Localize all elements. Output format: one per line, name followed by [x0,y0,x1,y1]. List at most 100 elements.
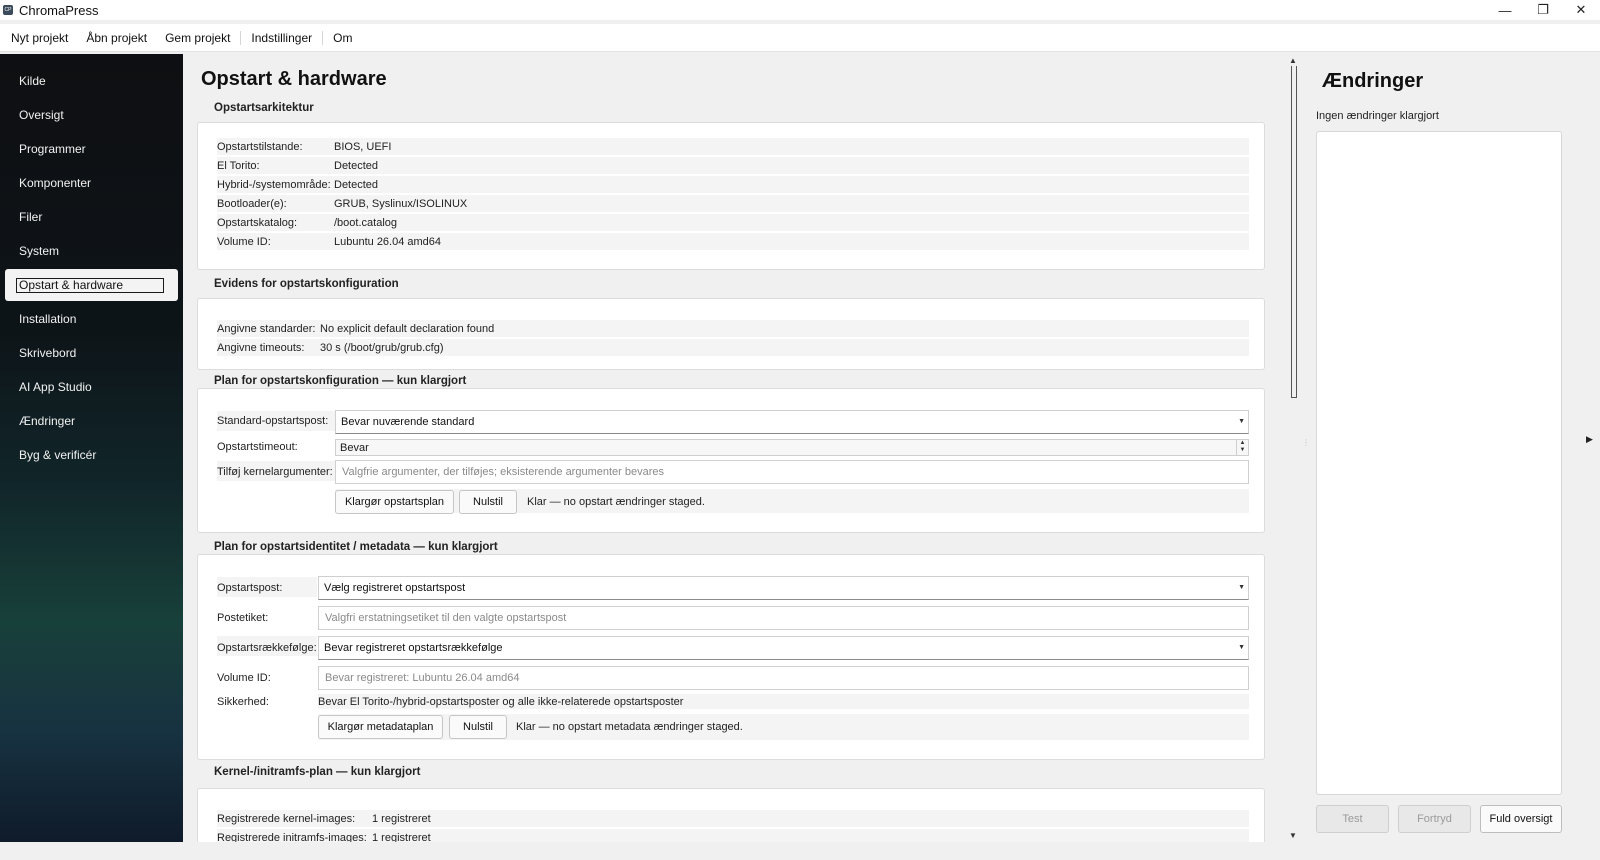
menu-open-project[interactable]: Åbn projekt [77,24,156,52]
menu-new-project[interactable]: Nyt projekt [2,24,77,52]
chevron-down-icon: ▼ [1238,584,1245,591]
boot-entry-value: Vælg registreret opstartspost [324,582,466,594]
default-entry-select[interactable]: Bevar nuværende standard ▼ [335,410,1249,434]
kv-value: 1 registreret [372,831,431,843]
close-button[interactable]: ✕ [1562,0,1600,20]
kv-value: GRUB, Syslinux/ISOLINUX [334,197,468,210]
boot-order-value: Bevar registreret opstartsrækkefølge [324,642,503,654]
entry-label-input[interactable]: Valgfri erstatningsetiket til den valgte… [318,606,1249,630]
boot-entry-label: Opstartspost: [217,582,283,594]
splitter-handle[interactable]: ⋮ [1302,438,1310,447]
kv-key: Volume ID: [217,235,271,248]
sidebar-item-boot-hardware[interactable]: Opstart & hardware [5,269,178,301]
reset-boot-plan-button[interactable]: Nulstil [459,490,517,514]
menu-separator [322,30,324,45]
boot-entry-select[interactable]: Vælg registreret opstartspost ▼ [318,576,1249,600]
volume-id-label: Volume ID: [217,672,271,684]
changes-subtitle: Ingen ændringer klargjort [1316,110,1439,122]
scrollbar-thumb[interactable] [1291,66,1297,398]
reset-metadata-plan-button[interactable]: Nulstil [449,715,507,739]
sidebar-item-changes[interactable]: Ændringer [5,405,178,437]
kv-row: Bootloader(e): GRUB, Syslinux/ISOLINUX [217,195,1249,212]
minimize-button[interactable]: — [1486,0,1524,20]
volume-id-input[interactable]: Bevar registreret: Lubuntu 26.04 amd64 [318,666,1249,690]
app-icon: CP [3,5,13,15]
sidebar-item-build-verify[interactable]: Byg & verificér [5,439,178,471]
sidebar-item-desktop[interactable]: Skrivebord [5,337,178,369]
timeout-label: Opstartstimeout: [217,441,298,453]
timeout-spinbox[interactable]: Bevar ▲ ▼ [335,439,1249,456]
sidebar-item-ai-app-studio[interactable]: AI App Studio [5,371,178,403]
full-overview-button[interactable]: Fuld oversigt [1480,805,1562,833]
title-bar: CP ChromaPress — ❐ ✕ [0,0,1600,20]
kv-key: Opstartstilstande: [217,140,303,153]
kv-value: Detected [334,178,379,191]
scroll-up-icon[interactable]: ▲ [1289,56,1297,65]
kv-row: Opstartstilstande: BIOS, UEFI [217,138,1249,155]
main-scrollbar[interactable]: ▲ ▼ [1286,54,1300,842]
sidebar-item-components[interactable]: Komponenter [5,167,178,199]
section-title-identity-plan: Plan for opstartsidentitet / metadata — … [214,541,498,553]
kv-key: Angivne timeouts: [217,341,305,354]
restore-button[interactable]: ❐ [1524,0,1562,20]
sidebar-item-programs[interactable]: Programmer [5,133,178,165]
scroll-down-icon[interactable]: ▼ [1289,831,1297,840]
changes-title: Ændringer [1322,70,1424,92]
kernel-plan-panel: Registrerede kernel-images: 1 registrere… [197,788,1265,842]
boot-plan-panel: Standard-opstartspost: Bevar nuværende s… [197,388,1265,533]
identity-plan-panel: Opstartspost: Vælg registreret opstartsp… [197,554,1265,760]
metadata-plan-status: Klar — no opstart metadata ændringer sta… [516,721,743,733]
expand-arrow-icon[interactable]: ▶ [1586,434,1593,445]
kv-row: El Torito: Detected [217,157,1249,174]
safety-label: Sikkerhed: [217,696,269,708]
kv-key: Angivne standarder: [217,322,316,335]
kv-row: Opstartskatalog: /boot.catalog [217,214,1249,231]
changes-list [1316,131,1562,795]
section-title-kernel-plan: Kernel-/initramfs-plan — kun klargjort [214,766,421,778]
menu-bar: Nyt projekt Åbn projekt Gem projekt Inds… [0,24,1600,52]
sidebar-item-installation[interactable]: Installation [5,303,178,335]
entry-label-label: Postetiket: [217,612,269,624]
prepare-metadata-plan-button[interactable]: Klargør metadataplan [318,715,443,739]
window-title: ChromaPress [19,2,99,18]
kv-value: Lubuntu 26.04 amd64 [334,235,442,248]
chevron-down-icon: ▼ [1238,418,1245,425]
prepare-boot-plan-button[interactable]: Klargør opstartsplan [335,490,454,514]
kv-value: BIOS, UEFI [334,140,392,153]
kernel-args-input[interactable]: Valgfrie argumenter, der tilføjes; eksis… [335,460,1249,484]
timeout-value: Bevar [340,441,369,454]
kv-row: Volume ID: Lubuntu 26.04 amd64 [217,233,1249,250]
sidebar-item-overview[interactable]: Oversigt [5,99,178,131]
evidence-panel: Angivne standarder: No explicit default … [197,298,1265,370]
kv-row: Hybrid-/systemområde: Detected [217,176,1249,193]
main-content: Opstart & hardware Opstartsarkitektur Op… [183,54,1294,842]
kernel-args-label: Tilføj kernelargumenter: [217,466,333,478]
section-title-boot-architecture: Opstartsarkitektur [214,102,314,114]
sidebar-item-system[interactable]: System [5,235,178,267]
page-title: Opstart & hardware [201,68,387,90]
menu-save-project[interactable]: Gem projekt [156,24,239,52]
menu-settings[interactable]: Indstillinger [242,24,321,52]
kv-key: Bootloader(e): [217,197,287,210]
undo-button[interactable]: Fortryd [1398,805,1471,833]
kv-key: Hybrid-/systemområde: [217,178,331,191]
kv-value: No explicit default declaration found [320,322,495,335]
boot-order-select[interactable]: Bevar registreret opstartsrækkefølge ▼ [318,636,1249,660]
bottom-strip [0,842,1600,860]
window-controls: — ❐ ✕ [1486,0,1600,20]
section-title-evidence: Evidens for opstartskonfiguration [214,278,399,290]
spin-arrows-icon[interactable]: ▲ ▼ [1236,440,1248,455]
menu-about[interactable]: Om [324,24,361,52]
default-entry-value: Bevar nuværende standard [341,416,475,428]
test-button[interactable]: Test [1316,805,1389,833]
menu-separator [240,30,242,45]
kv-value: Detected [334,159,379,172]
boot-plan-status: Klar — no opstart ændringer staged. [527,496,705,508]
sidebar-item-files[interactable]: Filer [5,201,178,233]
kv-key: El Torito: [217,159,260,172]
kv-row: Angivne timeouts: 30 s (/boot/grub/grub.… [217,339,1249,356]
kv-key: Registrerede initramfs-images: [217,831,367,843]
sidebar: Kilde Oversigt Programmer Komponenter Fi… [0,54,183,842]
sidebar-item-source[interactable]: Kilde [5,65,178,97]
boot-order-label: Opstartsrækkefølge: [217,642,317,654]
